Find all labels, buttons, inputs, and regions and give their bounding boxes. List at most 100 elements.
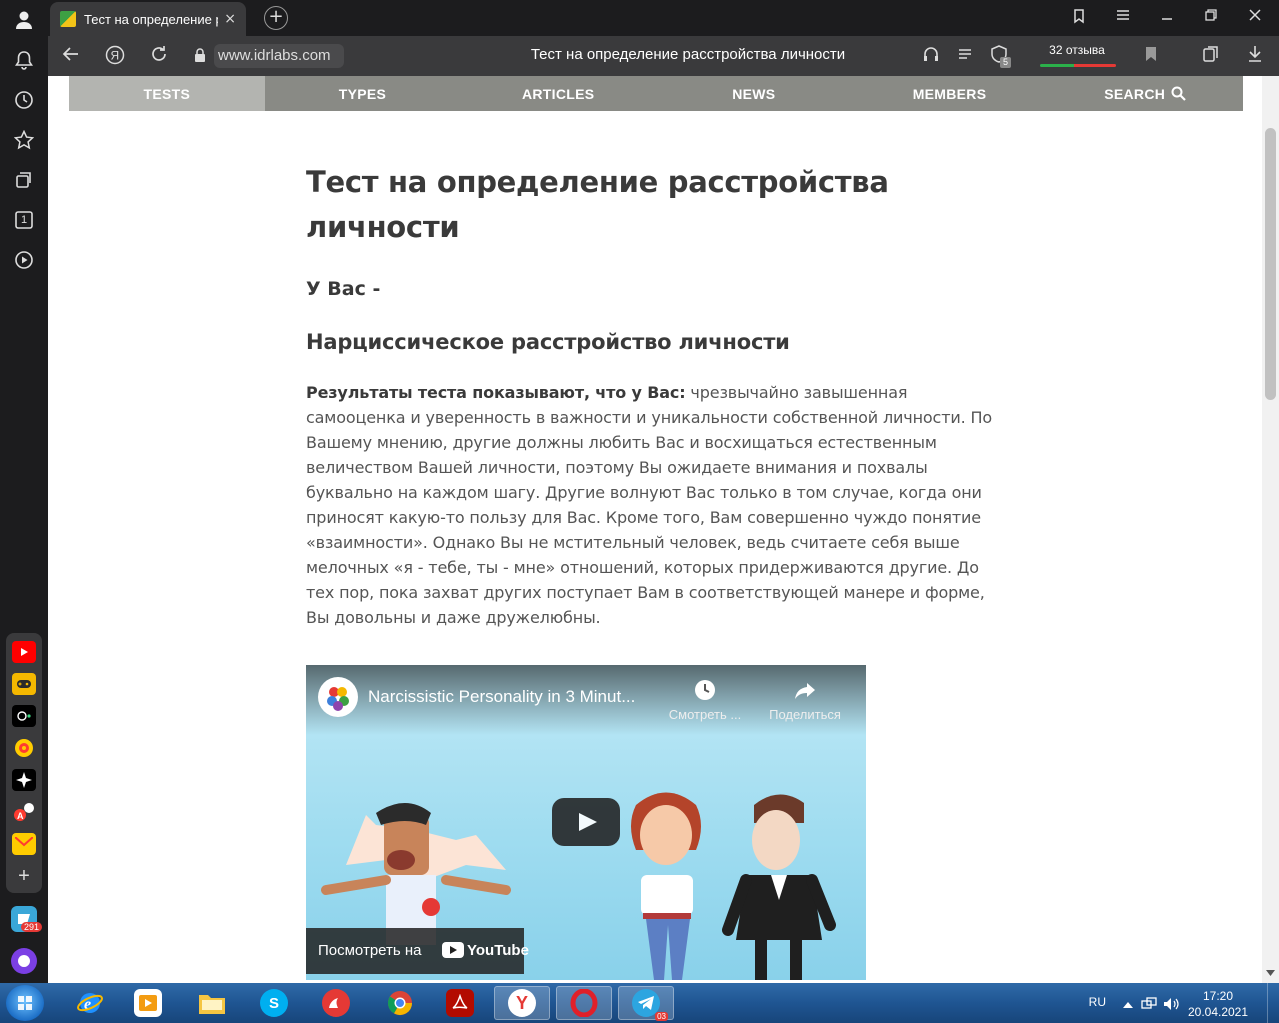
bell-icon[interactable] <box>12 48 36 72</box>
reviews-button[interactable]: 32 отзыва <box>1038 43 1116 69</box>
protect-shield-icon[interactable]: 5 <box>988 45 1011 68</box>
clock-time[interactable]: 17:20 <box>1193 989 1243 1003</box>
result-prefix: У Вас - <box>306 278 381 300</box>
scroll-down-icon[interactable] <box>1266 970 1275 976</box>
start-button[interactable] <box>6 985 44 1021</box>
minimize-icon[interactable] <box>1156 8 1178 28</box>
camera-icon[interactable] <box>12 705 36 727</box>
headphones-icon[interactable] <box>920 45 942 67</box>
restore-icon[interactable] <box>1200 8 1222 28</box>
youtube-logo-icon <box>442 942 464 958</box>
video-icon[interactable] <box>12 248 36 272</box>
chrome-taskbar-button[interactable] <box>372 986 428 1020</box>
address-toolbar: Я www.idrlabs.com Тест на определение ра… <box>48 36 1279 76</box>
tab-counter-icon[interactable]: 1 <box>12 208 36 232</box>
nav-search[interactable]: SEARCH <box>1047 76 1243 111</box>
translate-icon[interactable]: A <box>12 801 36 823</box>
tab-title: Тест на определение расстройства личност… <box>84 11 218 27</box>
share-icon <box>795 683 815 699</box>
media-player-taskbar-button[interactable] <box>120 986 176 1020</box>
page-scrollbar[interactable] <box>1262 76 1279 983</box>
lock-icon[interactable] <box>194 48 206 62</box>
alice-icon[interactable] <box>11 948 37 974</box>
url-field[interactable]: www.idrlabs.com <box>214 44 344 68</box>
tray-expand-icon[interactable] <box>1123 1001 1133 1009</box>
watch-later-button[interactable]: Смотреть ... <box>660 679 750 722</box>
history-icon[interactable] <box>12 88 36 112</box>
mail-icon[interactable] <box>12 833 36 855</box>
bookmark-manager-icon[interactable] <box>1068 8 1090 28</box>
sparkle-icon[interactable] <box>12 769 36 791</box>
skype-icon: S <box>260 989 288 1017</box>
cloud-taskbar-button[interactable] <box>308 986 364 1020</box>
internet-explorer-icon: e <box>76 989 104 1017</box>
cloud-app-icon <box>322 989 350 1017</box>
services-dock: A + <box>6 633 42 893</box>
opera-taskbar-button[interactable] <box>556 986 612 1020</box>
ie-taskbar-button[interactable]: e <box>62 986 118 1020</box>
acrobat-taskbar-button[interactable] <box>432 986 488 1020</box>
shield-badge: 5 <box>1000 57 1011 68</box>
watch-on-label: Посмотреть на <box>318 942 422 959</box>
result-lead: Результаты теста показывают, что у Вас: <box>306 383 686 402</box>
yandex-taskbar-button[interactable]: Y <box>494 986 550 1020</box>
extensions-icon[interactable] <box>1200 45 1222 67</box>
nav-members[interactable]: MEMBERS <box>852 76 1048 111</box>
bookmark-icon[interactable] <box>1140 45 1162 67</box>
scrollbar-thumb[interactable] <box>1265 128 1276 400</box>
new-tab-button[interactable]: + <box>264 6 288 30</box>
result-text: чрезвычайно завышенная самооценка и увер… <box>306 383 993 627</box>
tab-strip: Тест на определение расстройства личност… <box>48 0 1279 36</box>
download-icon[interactable] <box>1244 45 1266 67</box>
telegram-badge: 03 <box>655 1012 668 1021</box>
channel-avatar[interactable] <box>318 677 358 717</box>
share-label: Поделиться <box>769 707 841 722</box>
reader-mode-icon[interactable] <box>954 45 976 67</box>
yandex-logo-icon[interactable]: Я <box>104 45 126 67</box>
back-icon[interactable] <box>60 45 82 67</box>
watch-later-label: Смотреть ... <box>668 707 742 722</box>
skype-taskbar-button[interactable]: S <box>246 986 302 1020</box>
video-title[interactable]: Narcissistic Personality in 3 Minut... <box>368 687 658 707</box>
nav-news[interactable]: NEWS <box>656 76 852 111</box>
nav-tests[interactable]: TESTS <box>69 76 265 111</box>
site-favicon-icon <box>60 11 76 27</box>
chrome-icon <box>386 989 414 1017</box>
youtube-embed[interactable]: Narcissistic Personality in 3 Minut... С… <box>306 665 866 980</box>
result-heading: Нарциссическое расстройство личности <box>306 330 790 354</box>
telegram-taskbar-button[interactable]: 03 <box>618 986 674 1021</box>
share-button[interactable]: Поделиться <box>760 679 850 722</box>
svg-text:A: A <box>17 811 24 821</box>
music-icon[interactable] <box>12 737 36 759</box>
network-icon[interactable] <box>1141 997 1157 1011</box>
tab-close-icon[interactable]: × <box>224 11 236 27</box>
show-desktop-button[interactable] <box>1267 983 1279 1023</box>
browser-sidebar: 1 A + 291 <box>0 0 48 983</box>
play-button[interactable] <box>552 798 620 846</box>
add-service-icon[interactable]: + <box>12 865 36 887</box>
notification-badge: 291 <box>21 922 43 932</box>
collections-icon[interactable] <box>12 168 36 192</box>
active-tab[interactable]: Тест на определение расстройства личност… <box>50 2 246 36</box>
zen-icon[interactable]: 291 <box>11 906 43 932</box>
watch-on-youtube-button[interactable]: Посмотреть на YouTube <box>306 928 529 974</box>
page-title: Тест на определение расстройства личност… <box>306 165 889 244</box>
language-indicator[interactable]: RU <box>1089 995 1106 1009</box>
reload-icon[interactable] <box>148 45 170 67</box>
nav-articles[interactable]: ARTICLES <box>460 76 656 111</box>
gamepad-icon[interactable] <box>12 673 36 695</box>
page-title-bar: Тест на определение расстройства личност… <box>530 46 846 63</box>
volume-icon[interactable] <box>1163 997 1179 1011</box>
clock-date[interactable]: 20.04.2021 <box>1183 1005 1253 1019</box>
close-window-icon[interactable] <box>1244 8 1266 28</box>
explorer-taskbar-button[interactable] <box>184 986 240 1020</box>
windows-taskbar: e S Y 03 RU 17:20 20.04.2021 <box>0 983 1279 1023</box>
profile-icon[interactable] <box>12 8 36 32</box>
menu-icon[interactable] <box>1112 8 1134 28</box>
youtube-icon[interactable] <box>12 641 36 663</box>
star-icon[interactable] <box>12 128 36 152</box>
rating-bar <box>1040 64 1116 67</box>
youtube-wordmark: YouTube <box>467 942 529 959</box>
nav-types[interactable]: TYPES <box>265 76 461 111</box>
clock-icon <box>695 680 715 700</box>
